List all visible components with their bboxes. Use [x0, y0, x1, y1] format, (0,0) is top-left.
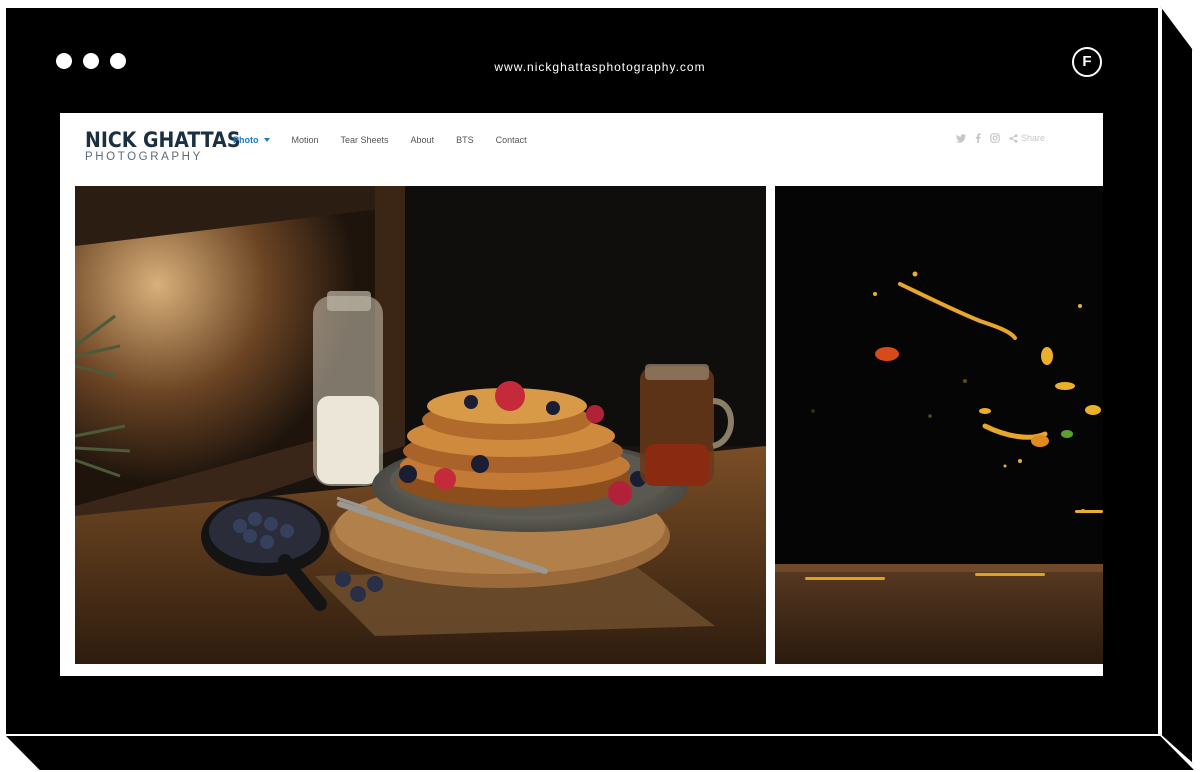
nav-item-tear-sheets[interactable]: Tear Sheets	[341, 135, 389, 145]
main-nav: Photo Motion Tear Sheets About BTS Conta…	[233, 135, 549, 145]
nav-item-photo[interactable]: Photo	[233, 135, 270, 145]
logo-title: NICK GHATTAS	[85, 128, 241, 152]
frame-side-bottom	[4, 734, 1194, 770]
nav-item-bts[interactable]: BTS	[456, 135, 474, 145]
site-logo[interactable]: NICK GHATTAS PHOTOGRAPHY	[85, 129, 258, 163]
f-logo-icon: F	[1072, 47, 1102, 77]
nav-item-contact[interactable]: Contact	[496, 135, 527, 145]
waffle-photo[interactable]	[75, 186, 766, 664]
address-url[interactable]: www.nickghattasphotography.com	[0, 60, 1200, 74]
website-viewport: NICK GHATTAS PHOTOGRAPHY Photo Motion Te…	[60, 113, 1103, 676]
nav-label: Motion	[291, 135, 319, 145]
nav-label: BTS	[456, 135, 474, 145]
share-label: Share	[1021, 133, 1046, 143]
twitter-icon[interactable]	[956, 133, 966, 143]
share-icon	[1009, 133, 1018, 143]
nav-label: About	[410, 135, 435, 145]
nav-item-about[interactable]: About	[411, 135, 435, 145]
nav-label: Contact	[495, 135, 527, 145]
frame-side-right	[1160, 6, 1194, 764]
nav-label: Tear Sheets	[340, 135, 389, 145]
logo-subtitle: PHOTOGRAPHY	[85, 151, 203, 163]
social-links: Share	[956, 133, 1045, 143]
share-button[interactable]: Share	[1009, 133, 1045, 143]
nav-item-motion[interactable]: Motion	[292, 135, 319, 145]
nav-label: Photo	[233, 135, 259, 145]
chevron-down-icon	[263, 138, 270, 142]
splash-photo[interactable]	[775, 186, 1103, 664]
instagram-icon[interactable]	[990, 133, 1000, 143]
facebook-icon[interactable]	[975, 133, 981, 143]
